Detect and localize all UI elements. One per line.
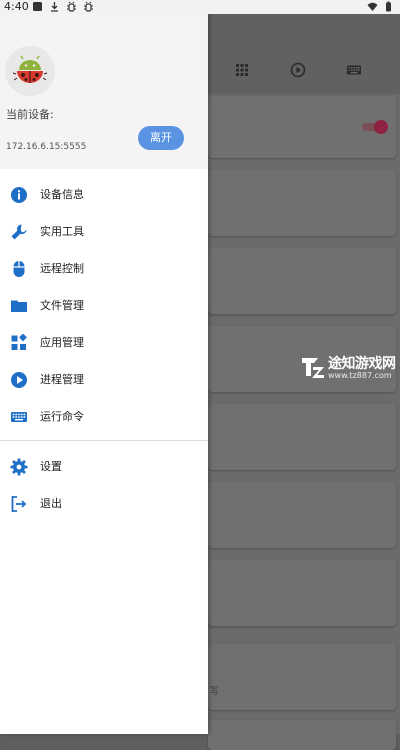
background-card bbox=[208, 644, 396, 710]
wrench-icon bbox=[11, 224, 27, 240]
bug-icon bbox=[84, 1, 93, 12]
notification-icons bbox=[32, 1, 94, 12]
download-icon bbox=[51, 2, 58, 12]
navigation-drawer: 当前设备: 离开 172.16.6.15:5555 设备信息 实用工具 远程控制… bbox=[0, 14, 208, 734]
bug-icon bbox=[67, 1, 76, 12]
background-card bbox=[208, 482, 396, 548]
background-card bbox=[208, 560, 396, 626]
menu-item-label: 远程控制 bbox=[40, 262, 84, 275]
menu-item-exit[interactable]: 退出 bbox=[0, 485, 208, 522]
background-card bbox=[208, 248, 396, 314]
status-bar: 4:40 bbox=[0, 0, 400, 14]
menu-item-label: 实用工具 bbox=[40, 225, 84, 238]
watermark: 途知游戏网 www.tz887.com bbox=[300, 352, 400, 384]
avatar bbox=[5, 46, 55, 96]
current-device-label: 当前设备: bbox=[6, 108, 54, 121]
background-card bbox=[208, 720, 396, 750]
menu-item-label: 设备信息 bbox=[40, 188, 84, 201]
battery-icon bbox=[386, 1, 391, 12]
system-icons bbox=[367, 1, 394, 12]
background-card bbox=[208, 404, 396, 470]
drawer-header: 当前设备: 离开 172.16.6.15:5555 bbox=[0, 14, 208, 169]
menu-item-process-manager[interactable]: 进程管理 bbox=[0, 361, 208, 398]
exit-icon bbox=[11, 496, 27, 512]
toggle-switch[interactable] bbox=[374, 120, 388, 134]
menu-item-run-command[interactable]: 运行命令 bbox=[0, 398, 208, 435]
mouse-icon bbox=[13, 261, 25, 277]
background-partial-text: 写 bbox=[210, 687, 220, 697]
keyboard-icon[interactable] bbox=[346, 62, 362, 78]
keyboard-icon bbox=[11, 412, 27, 422]
watermark-title: 途知游戏网 bbox=[328, 356, 396, 372]
menu-item-device-info[interactable]: 设备信息 bbox=[0, 176, 208, 213]
background-card bbox=[208, 96, 396, 158]
menu-item-label: 进程管理 bbox=[40, 373, 84, 386]
ladybug-android-icon bbox=[5, 46, 55, 96]
device-ip-address: 172.16.6.15:5555 bbox=[6, 142, 87, 152]
play-circle-icon bbox=[11, 372, 27, 388]
info-icon bbox=[11, 187, 27, 203]
square-notification-icon bbox=[33, 2, 42, 11]
watermark-url: www.tz887.com bbox=[328, 371, 392, 380]
menu-item-label: 文件管理 bbox=[40, 299, 84, 312]
menu-item-app-manager[interactable]: 应用管理 bbox=[0, 324, 208, 361]
menu-item-settings[interactable]: 设置 bbox=[0, 448, 208, 485]
menu-item-label: 应用管理 bbox=[40, 336, 84, 349]
menu-item-label: 运行命令 bbox=[40, 410, 84, 423]
widgets-icon bbox=[11, 334, 27, 350]
watermark-logo-icon bbox=[302, 358, 324, 378]
menu-item-label: 设置 bbox=[40, 460, 62, 473]
wifi-icon bbox=[367, 2, 378, 11]
leave-button[interactable]: 离开 bbox=[138, 126, 184, 150]
status-time: 4:40 bbox=[4, 0, 29, 13]
menu-item-label: 退出 bbox=[40, 497, 62, 510]
folder-icon bbox=[11, 300, 27, 312]
play-circle-icon[interactable] bbox=[290, 62, 306, 78]
grid-icon[interactable] bbox=[234, 62, 250, 78]
background-card bbox=[208, 170, 396, 236]
menu-item-file-manager[interactable]: 文件管理 bbox=[0, 287, 208, 324]
background-toolbar bbox=[208, 14, 400, 94]
menu-item-tools[interactable]: 实用工具 bbox=[0, 213, 208, 250]
gear-icon bbox=[10, 458, 28, 476]
drawer-divider bbox=[0, 440, 208, 441]
menu-item-remote-control[interactable]: 远程控制 bbox=[0, 250, 208, 287]
